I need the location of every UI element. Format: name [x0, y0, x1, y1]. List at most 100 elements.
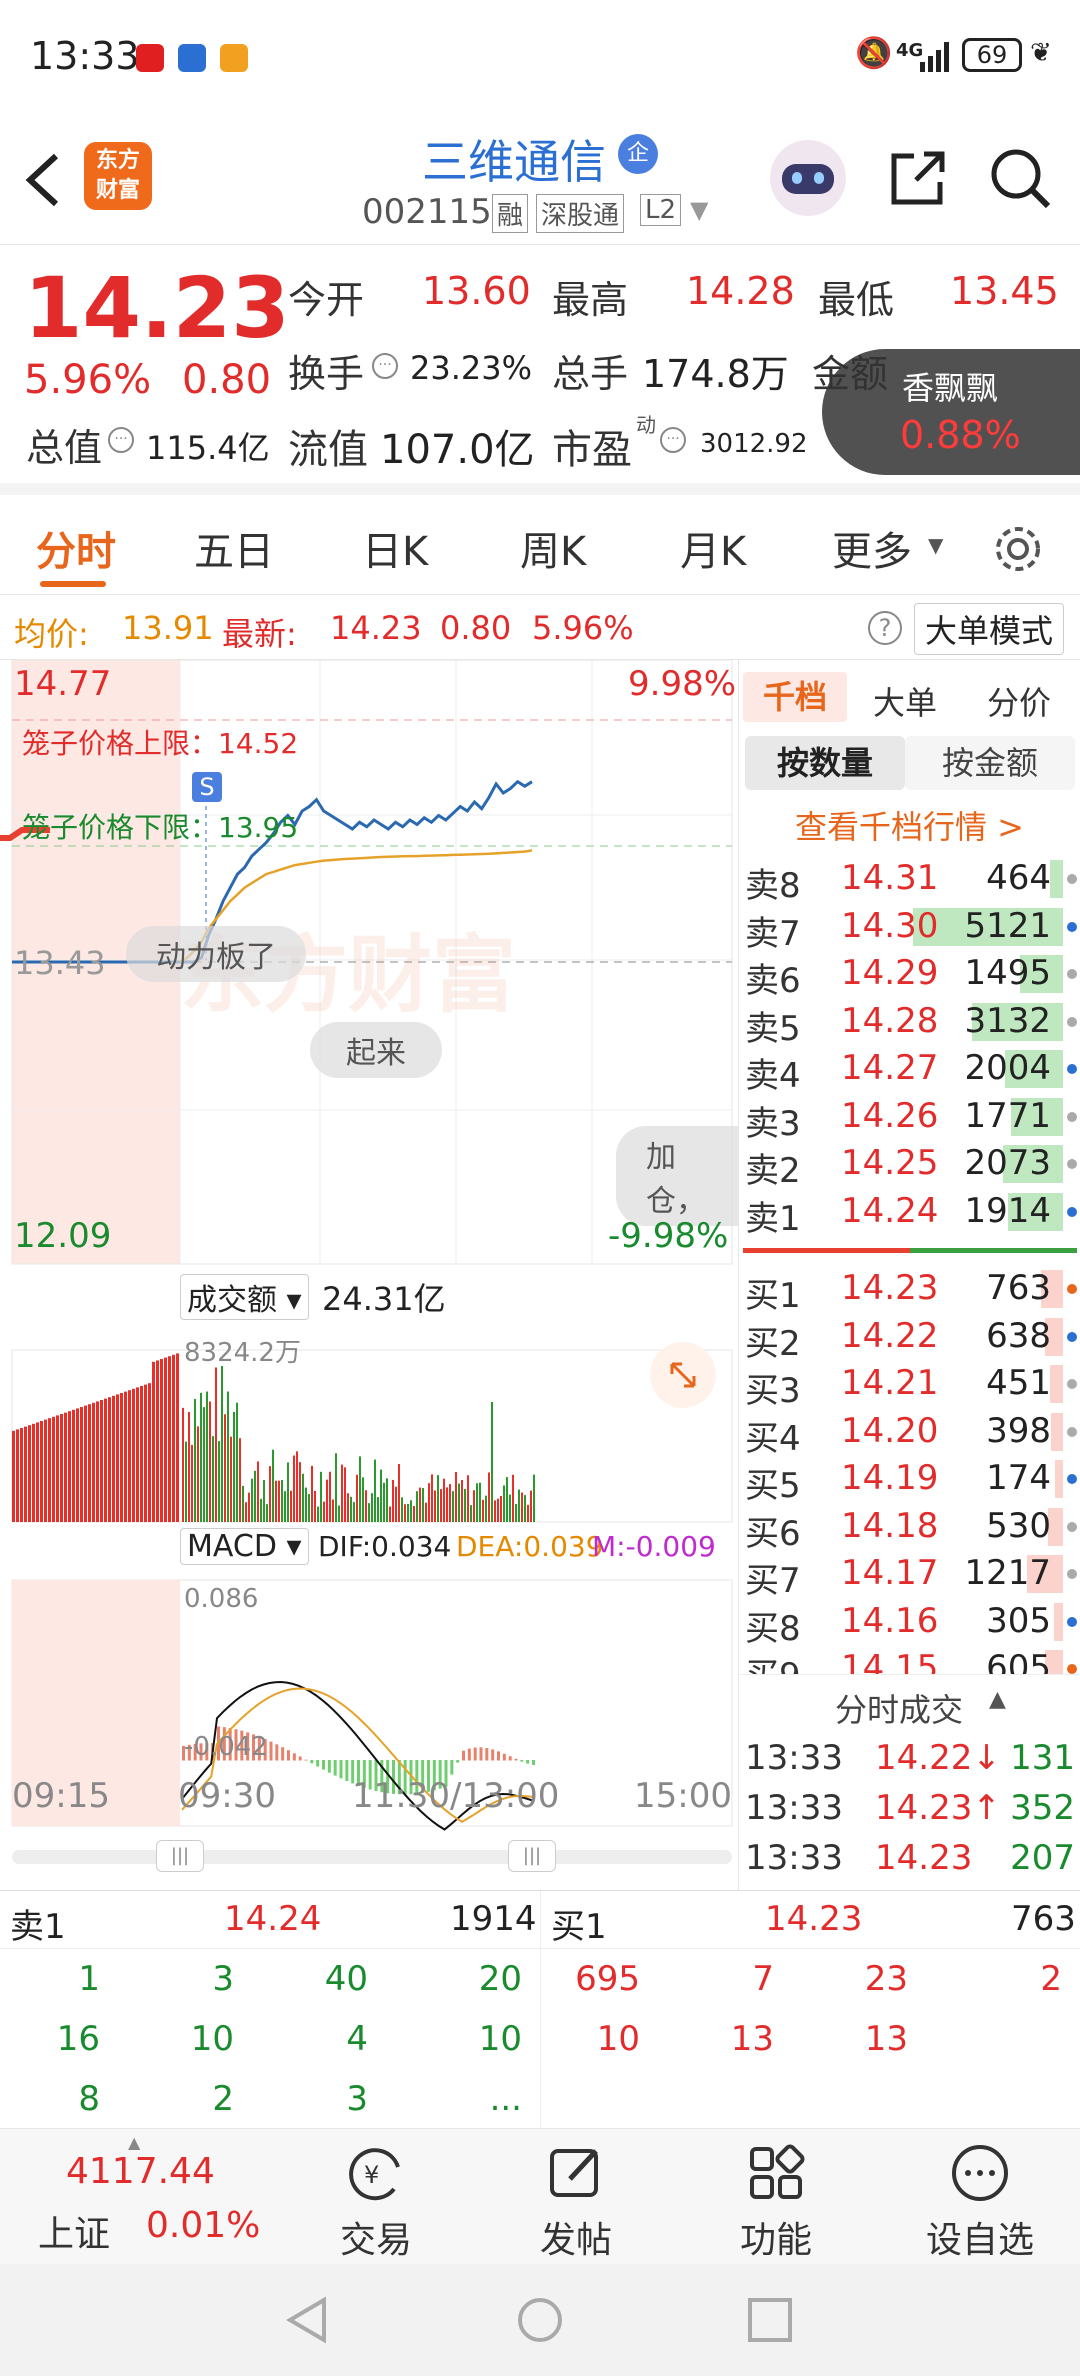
- caret-down-icon[interactable]: ▼: [928, 533, 943, 557]
- share-icon[interactable]: [886, 146, 950, 210]
- volume-bar: [311, 1465, 313, 1522]
- bid-level-row[interactable]: 买6 14.18 530: [739, 1502, 1080, 1554]
- volume-bar: [36, 1422, 39, 1522]
- app-notification-icon: [178, 44, 206, 72]
- avg-info-bar: 均价: 13.91 最新: 14.23 0.80 5.96% ? 大单模式: [0, 595, 1080, 660]
- ask-level-row[interactable]: 卖8 14.31 464: [739, 854, 1080, 906]
- help-icon[interactable]: ?: [868, 611, 902, 645]
- tab-daily-k[interactable]: 日K: [362, 519, 428, 577]
- by-amount-toggle[interactable]: 按金额: [905, 736, 1075, 790]
- level1-queue: 卖1 14.24 1914 买1 14.23 763 1 3 40 20 16 10 4 10…: [0, 1890, 1080, 2130]
- range-handle-right[interactable]: |||: [508, 1840, 556, 1872]
- battery-icon: 69: [962, 38, 1022, 72]
- volume-bar: [443, 1478, 445, 1522]
- robot-assistant-icon[interactable]: [770, 140, 846, 216]
- queue-order: 3: [346, 2079, 368, 2119]
- volume-bar: [212, 1436, 214, 1522]
- app-logo[interactable]: 东方 财富: [84, 142, 152, 210]
- by-quantity-toggle[interactable]: 按数量: [745, 736, 905, 790]
- bid-level-label: 买8: [745, 1608, 801, 1649]
- nav-post[interactable]: 发帖: [496, 2141, 656, 2263]
- turnover-label: 换手: [288, 352, 365, 396]
- ask-level-row[interactable]: 卖5 14.28 3132: [739, 997, 1080, 1049]
- volume-bar: [230, 1436, 232, 1522]
- ask-level-row[interactable]: 卖2 14.25 2073: [739, 1139, 1080, 1191]
- comment-bubble[interactable]: 加仓，: [616, 1126, 738, 1226]
- tab-monthly-k[interactable]: 月K: [680, 519, 746, 577]
- queue-order: 20: [478, 1959, 522, 1999]
- index-ticker[interactable]: ▲ 4117.44 上证 0.01%: [0, 2129, 300, 2265]
- tab-intraday[interactable]: 分时: [36, 519, 116, 577]
- bid-level-row[interactable]: 买3 14.21 451: [739, 1359, 1080, 1411]
- bid-level-row[interactable]: 买2 14.22 638: [739, 1312, 1080, 1364]
- volume-bar: [434, 1490, 436, 1522]
- bid-level-price: 14.16: [841, 1600, 939, 1641]
- comment-bubble[interactable]: 起来: [310, 1022, 442, 1078]
- search-icon[interactable]: [988, 146, 1052, 210]
- more-icon[interactable]: ···: [660, 427, 686, 453]
- nav-add-watchlist[interactable]: 设自选: [900, 2141, 1060, 2263]
- volume-bar: [368, 1503, 370, 1522]
- chevron-down-icon[interactable]: ▼: [690, 196, 708, 224]
- bid-volume-bar: [1055, 1460, 1063, 1498]
- ask-level-row[interactable]: 卖6 14.29 1495: [739, 949, 1080, 1001]
- volume-bar: [168, 1356, 171, 1522]
- ask-level-row[interactable]: 卖7 14.30 5121: [739, 902, 1080, 954]
- recents-square-icon[interactable]: [746, 2296, 794, 2344]
- chart-tabs: 分时 五日 日K 周K 月K 更多 ▼: [0, 507, 1080, 595]
- volume-bar: [371, 1493, 373, 1522]
- s-signal-badge[interactable]: S: [192, 772, 222, 802]
- ask-level-row[interactable]: 卖4 14.27 2004: [739, 1044, 1080, 1096]
- range-handle-left[interactable]: |||: [156, 1840, 204, 1872]
- macd-bar: [514, 1758, 518, 1761]
- bid-level-row[interactable]: 买1 14.23 763: [739, 1264, 1080, 1316]
- intraday-chart[interactable]: 14.77 9.98% 笼子价格上限：14.52 笼子价格下限：13.95 S …: [0, 660, 738, 1890]
- nav-functions[interactable]: 功能: [696, 2141, 856, 2263]
- bid-level-row[interactable]: 买7 14.17 1217: [739, 1549, 1080, 1601]
- settings-gear-icon[interactable]: [990, 521, 1046, 577]
- big-order-mode-button[interactable]: 大单模式: [914, 603, 1065, 655]
- volume-bar: [185, 1441, 187, 1522]
- trades-header[interactable]: 分时成交 ▲: [739, 1674, 1080, 1734]
- tab-big-order[interactable]: 大单: [873, 678, 937, 724]
- macd-selector[interactable]: MACD ▾: [180, 1528, 309, 1565]
- tab-five-day[interactable]: 五日: [194, 519, 274, 577]
- more-icon[interactable]: ···: [372, 353, 398, 379]
- back-icon[interactable]: [22, 150, 62, 210]
- home-circle-icon[interactable]: [516, 2296, 564, 2344]
- nav-trade[interactable]: ¥ 交易: [296, 2141, 456, 2263]
- comment-bubble[interactable]: 动力板了: [126, 926, 306, 982]
- timeline-scrollbar[interactable]: [12, 1850, 732, 1864]
- tab-price-dist[interactable]: 分价: [987, 678, 1051, 724]
- pe-label: 市盈: [552, 427, 632, 473]
- ask-level-row[interactable]: 卖3 14.26 1771: [739, 1092, 1080, 1144]
- order-source-dot: [1067, 1159, 1077, 1169]
- book-divider: [743, 1248, 1077, 1253]
- tab-depth[interactable]: 千档: [743, 672, 847, 722]
- expand-icon[interactable]: [650, 1342, 716, 1408]
- amount-selector[interactable]: 成交额 ▾: [180, 1274, 309, 1320]
- more-icon[interactable]: ···: [108, 427, 134, 453]
- queue-order: 3: [212, 1959, 234, 1999]
- volume-bar: [278, 1480, 280, 1522]
- volume-bar: [308, 1494, 310, 1522]
- live-user-overlay[interactable]: 香飘飘 0.88%: [822, 349, 1080, 475]
- ask-level-row[interactable]: 卖1 14.24 1914: [739, 1187, 1080, 1239]
- volume-bar: [518, 1489, 520, 1522]
- volume-bar: [148, 1383, 151, 1522]
- volume-bars: [12, 1353, 535, 1522]
- m-value: M:-0.009: [592, 1530, 716, 1563]
- bid-level-row[interactable]: 买5 14.19 174: [739, 1454, 1080, 1506]
- stock-name[interactable]: 三维通信: [422, 126, 606, 192]
- ask-level-price: 14.28: [841, 1000, 939, 1041]
- caret-up-icon: ▲: [989, 1687, 1006, 1712]
- tab-weekly-k[interactable]: 周K: [520, 519, 586, 577]
- bid-level-row[interactable]: 买4 14.20 398: [739, 1407, 1080, 1459]
- volume-bar: [464, 1488, 466, 1522]
- tab-more[interactable]: 更多: [832, 519, 912, 577]
- bid-level-row[interactable]: 买8 14.16 305: [739, 1597, 1080, 1649]
- volume-bar: [260, 1498, 262, 1522]
- back-triangle-icon[interactable]: [284, 2296, 332, 2344]
- view-depth-link[interactable]: 查看千档行情 >: [795, 802, 1024, 848]
- macd-bar: [316, 1760, 320, 1767]
